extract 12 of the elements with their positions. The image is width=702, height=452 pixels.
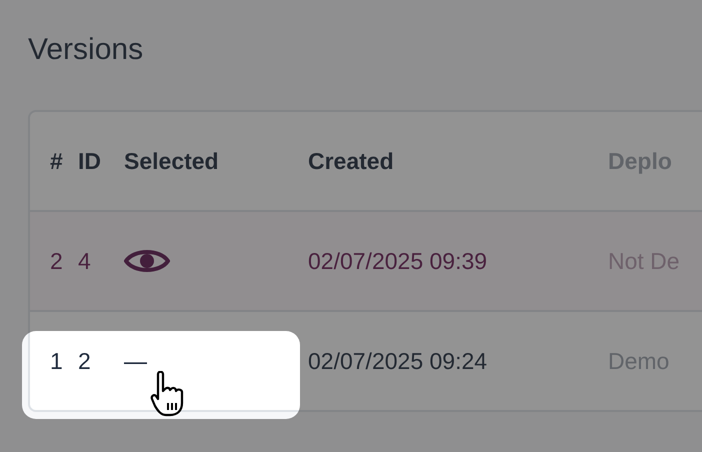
table-cell-text: 02/07/2025 09:39 [308, 248, 488, 274]
table-cell-text: 4 [78, 248, 92, 274]
table-cell-text: — [124, 348, 148, 374]
column-header: Created [308, 148, 395, 174]
table-cell-text: 2 [49, 248, 64, 274]
page-title: Versions [28, 32, 144, 68]
table-cell-text: 2 [78, 348, 92, 374]
column-header: # [49, 148, 64, 174]
column-header: ID [78, 148, 102, 174]
table-cell-text: 1 [49, 348, 64, 374]
column-header: Selected [124, 148, 220, 174]
table-cell-text: 02/07/2025 09:24 [308, 348, 488, 374]
